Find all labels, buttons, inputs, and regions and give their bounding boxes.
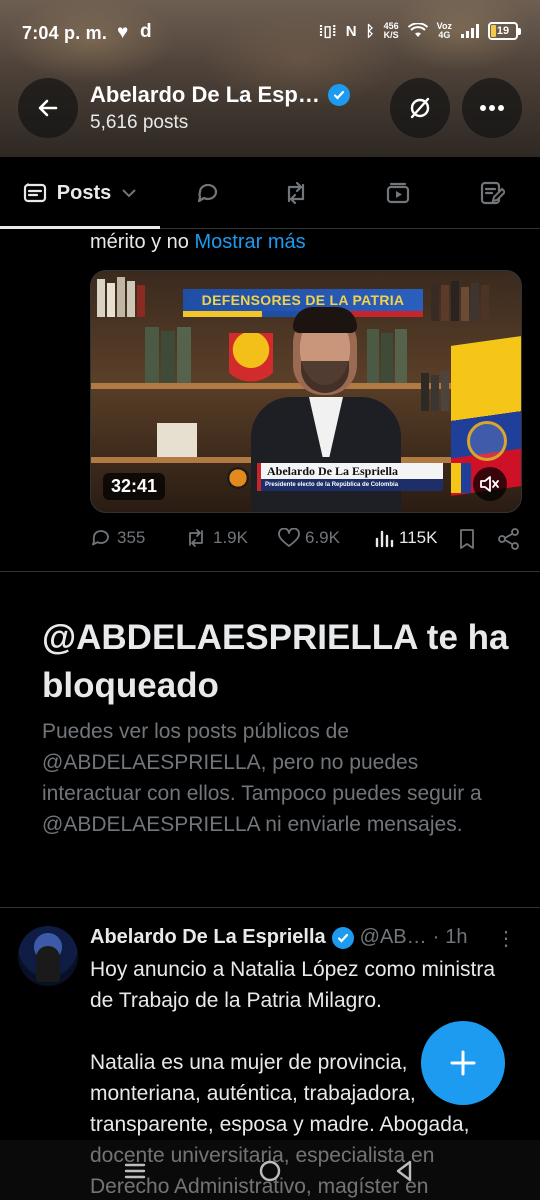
article-edit-icon xyxy=(480,181,505,205)
lower-third-name: Abelardo De La Espriella xyxy=(267,464,398,478)
post-video[interactable]: DEFENSORES DE LA PATRIA Abelardo De La E… xyxy=(90,270,522,513)
feed-icon xyxy=(23,183,46,203)
lower-third-subtitle: Presidente electo de la República de Col… xyxy=(261,479,443,491)
tab-videos[interactable] xyxy=(368,157,428,229)
system-nav-bar xyxy=(0,1140,540,1200)
tab-articles[interactable] xyxy=(462,157,522,229)
unfollow-button[interactable] xyxy=(390,78,450,138)
home-button[interactable] xyxy=(250,1156,290,1186)
volte-indicator: Voz 4G xyxy=(437,22,452,40)
back-button[interactable] xyxy=(18,78,78,138)
repost-icon xyxy=(287,181,305,205)
show-more-link[interactable]: Mostrar más xyxy=(194,231,305,253)
home-circle-icon xyxy=(259,1160,281,1182)
avatar[interactable] xyxy=(18,926,78,986)
posts-count: 5,616 posts xyxy=(90,112,189,133)
blocked-body: Puedes ver los posts públicos de @ABDELA… xyxy=(42,720,482,836)
video-books xyxy=(157,421,197,457)
verified-badge-icon xyxy=(331,926,354,949)
tab-posts-label: Posts xyxy=(56,181,112,204)
no-follow-icon xyxy=(410,97,430,119)
heart-icon: ♥ xyxy=(117,22,129,43)
status-bar: 7:04 p. m. ♥ d ⁞▯⁞ N ᛒ 456 K/S Voz 4G 19 xyxy=(0,0,540,70)
mute-button[interactable] xyxy=(473,467,507,501)
repost-icon xyxy=(189,529,203,547)
plus-icon xyxy=(450,1050,476,1076)
battery-fill xyxy=(491,25,496,37)
post-more-icon[interactable]: ⋮ xyxy=(496,926,516,951)
battery-level: 19 xyxy=(496,25,510,37)
bookmark-action[interactable] xyxy=(458,528,476,550)
post-divider xyxy=(0,907,540,908)
video-lower-third: Abelardo De La Espriella Presidente elec… xyxy=(257,463,443,491)
tiger-logo-icon xyxy=(227,467,249,489)
wifi-icon xyxy=(407,23,428,37)
network-speed-unit: K/S xyxy=(383,30,399,40)
more-options-button[interactable] xyxy=(462,78,522,138)
tab-posts[interactable]: Posts xyxy=(0,157,160,229)
repost-count: 1.9K xyxy=(213,528,248,547)
reply-action[interactable]: 355 xyxy=(90,528,145,548)
back-nav-button[interactable] xyxy=(384,1156,424,1186)
video-duration: 32:41 xyxy=(103,473,166,500)
video-books xyxy=(97,277,145,317)
post-separator: · xyxy=(432,926,440,948)
blocked-notice: @ABDELAESPRIELLA te ha bloqueado Puedes … xyxy=(42,614,512,840)
post-text-tail: mérito y no Mostrar más xyxy=(90,231,306,254)
views-bars-icon xyxy=(375,530,394,548)
video-books xyxy=(431,281,489,321)
signal-icon xyxy=(461,24,479,38)
status-time: 7:04 p. m. xyxy=(22,23,108,43)
repost-action[interactable]: 1.9K xyxy=(184,528,248,548)
tab-reposts[interactable] xyxy=(266,157,326,229)
post-divider xyxy=(0,571,540,572)
back-triangle-icon xyxy=(396,1160,412,1182)
profile-name: Abelardo De La Esp… xyxy=(90,82,350,108)
reply-icon xyxy=(92,530,109,546)
bluetooth-icon: ᛒ xyxy=(365,22,375,40)
arrow-left-icon xyxy=(38,99,58,117)
verified-badge-icon xyxy=(327,84,350,106)
video-books xyxy=(145,327,191,383)
flag-seal xyxy=(467,421,507,461)
post-text: mérito y no xyxy=(90,231,195,253)
header-text: Abelardo De La Esp… 5,616 posts xyxy=(90,82,350,134)
post-author-name[interactable]: Abelardo De La Espriella xyxy=(90,926,326,949)
vibrate-icon: ⁞▯⁞ xyxy=(318,23,337,40)
network-type: 4G xyxy=(438,30,451,40)
post-actions: 355 1.9K 6.9K 115K xyxy=(90,528,522,556)
views-count: 115K xyxy=(399,528,438,547)
profile-tabs: Posts xyxy=(0,157,540,229)
reply-count: 355 xyxy=(117,528,146,547)
post-header: Abelardo De La Espriella @AB… · 1h ⋮ xyxy=(90,926,520,951)
network-speed: 456 K/S xyxy=(384,22,399,40)
heart-outline-icon xyxy=(278,528,300,547)
compose-button[interactable] xyxy=(421,1021,505,1105)
reply-bubble-icon xyxy=(197,183,218,203)
recents-button[interactable] xyxy=(115,1156,155,1186)
profile-name-label: Abelardo De La Esp… xyxy=(90,82,320,107)
speaker-hair xyxy=(293,307,357,333)
menu-lines-icon xyxy=(124,1163,146,1179)
like-count: 6.9K xyxy=(305,528,340,547)
tab-replies[interactable] xyxy=(178,157,238,229)
video-icon xyxy=(386,182,410,204)
battery-icon: 19 xyxy=(488,22,521,40)
chevron-down-icon xyxy=(122,189,136,198)
share-action[interactable] xyxy=(498,528,520,550)
bookmark-icon xyxy=(460,529,474,549)
more-dots-icon xyxy=(480,105,504,111)
post-author-handle[interactable]: @AB… xyxy=(360,926,427,949)
active-tab-indicator xyxy=(0,226,160,229)
like-action[interactable]: 6.9K xyxy=(278,528,340,548)
views-action[interactable]: 115K xyxy=(374,528,437,548)
speaker-muted-icon xyxy=(480,476,499,492)
post-time[interactable]: 1h xyxy=(445,926,467,949)
profile-header: 7:04 p. m. ♥ d ⁞▯⁞ N ᛒ 456 K/S Voz 4G 19 xyxy=(0,0,540,157)
share-icon xyxy=(498,528,519,550)
nfc-icon: N xyxy=(345,22,357,40)
blocked-title: @ABDELAESPRIELLA te ha bloqueado xyxy=(42,618,509,705)
tiktok-icon: d xyxy=(140,21,152,42)
